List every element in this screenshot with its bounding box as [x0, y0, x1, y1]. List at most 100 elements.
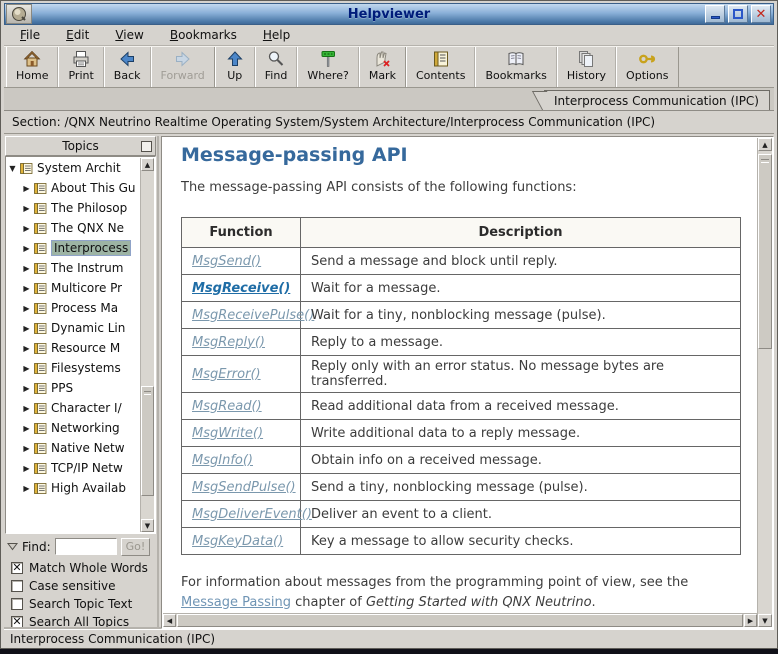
expand-icon[interactable]: ▶ [21, 344, 32, 353]
search-filters: ✕ Match Whole Words Case sensitive Searc… [5, 559, 156, 629]
content-hscrollbar-thumb[interactable] [177, 614, 743, 627]
expand-icon[interactable]: ▶ [21, 324, 32, 333]
topics-vertical-scrollbar[interactable]: ▲ ▼ [140, 158, 154, 532]
message-passing-link[interactable]: Message Passing [181, 595, 291, 610]
tree-item-process-manager[interactable]: ▶ Process Ma [7, 298, 140, 318]
contents-button[interactable]: Contents [407, 47, 475, 87]
expand-icon[interactable]: ▶ [21, 384, 32, 393]
topics-scrollbar-thumb[interactable] [141, 386, 154, 496]
menu-view[interactable]: View [115, 28, 143, 42]
find-input[interactable] [55, 538, 117, 555]
tree-item-resource-managers[interactable]: ▶ Resource M [7, 338, 140, 358]
expand-icon[interactable]: ▶ [21, 304, 32, 313]
expand-icon[interactable]: ▶ [21, 184, 32, 193]
checkbox-unchecked-icon[interactable] [11, 580, 23, 592]
msgread-link[interactable]: MsgRead() [192, 399, 262, 414]
mark-button[interactable]: Mark [359, 47, 405, 87]
filter-search-topic-text[interactable]: Search Topic Text [11, 597, 156, 611]
checkbox-unchecked-icon[interactable] [11, 598, 23, 610]
checkbox-checked-icon[interactable]: ✕ [11, 616, 23, 628]
expand-icon[interactable]: ▶ [21, 484, 32, 493]
menu-help[interactable]: Help [263, 28, 290, 42]
tree-item-label: TCP/IP Netw [51, 461, 123, 475]
tree-item-character-io[interactable]: ▶ Character I/ [7, 398, 140, 418]
msgsend-link[interactable]: MsgSend() [192, 254, 261, 269]
expand-icon[interactable]: ▶ [21, 364, 32, 373]
scroll-up-icon[interactable]: ▲ [758, 138, 772, 151]
detach-panel-button[interactable] [141, 141, 152, 152]
tree-item-the-philosophy[interactable]: ▶ The Philosop [7, 198, 140, 218]
content-scrollbar-thumb[interactable] [758, 154, 772, 349]
msgreceive-link[interactable]: MsgReceive() [192, 281, 290, 296]
where-button[interactable]: Where? [297, 47, 359, 87]
forward-button[interactable]: Forward [151, 47, 214, 87]
topics-tree: ▼ System Archit ▶ About This Gu ▶ The Ph… [7, 158, 140, 532]
scroll-left-icon[interactable]: ◀ [163, 614, 176, 627]
msgerror-link[interactable]: MsgError() [192, 367, 261, 382]
tree-item-tcpip-networking[interactable]: ▶ TCP/IP Netw [7, 458, 140, 478]
tree-item-about-this-guide[interactable]: ▶ About This Gu [7, 178, 140, 198]
topic-book-icon [34, 222, 47, 235]
expand-icon[interactable]: ▶ [21, 284, 32, 293]
print-button[interactable]: Print [58, 47, 103, 87]
back-label: Back [114, 69, 141, 82]
up-button[interactable]: Up [216, 47, 255, 87]
msginfo-link[interactable]: MsgInfo() [192, 453, 253, 468]
tree-item-filesystems[interactable]: ▶ Filesystems [7, 358, 140, 378]
tree-item-system-architecture[interactable]: ▼ System Archit [7, 158, 140, 178]
scroll-down-icon[interactable]: ▼ [141, 519, 154, 532]
bookmarks-icon [506, 49, 526, 69]
filter-case-sensitive[interactable]: Case sensitive [11, 579, 156, 593]
msgreceivepulse-link[interactable]: MsgReceivePulse() [192, 308, 314, 323]
msgdeliverevent-link[interactable]: MsgDeliverEvent() [192, 507, 312, 522]
tree-item-dynamic-linking[interactable]: ▶ Dynamic Lin [7, 318, 140, 338]
expand-icon[interactable]: ▶ [21, 404, 32, 413]
go-button[interactable]: Go! [121, 538, 151, 556]
msgkeydata-link[interactable]: MsgKeyData() [192, 534, 283, 549]
msgsendpulse-link[interactable]: MsgSendPulse() [192, 480, 296, 495]
filter-search-all-topics[interactable]: ✕ Search All Topics [11, 615, 156, 629]
expand-icon[interactable]: ▶ [21, 204, 32, 213]
menu-bookmarks[interactable]: Bookmarks [170, 28, 237, 42]
window-title: Helpviewer [5, 7, 773, 22]
expand-icon[interactable]: ▶ [21, 244, 32, 253]
tree-item-multicore-processing[interactable]: ▶ Multicore Pr [7, 278, 140, 298]
expand-icon[interactable]: ▶ [21, 424, 32, 433]
filter-match-whole-words[interactable]: ✕ Match Whole Words [11, 561, 156, 575]
expand-icon[interactable]: ▶ [21, 224, 32, 233]
content-vertical-scrollbar[interactable]: ▲ ▼ [757, 138, 772, 627]
options-button[interactable]: Options [616, 47, 677, 87]
tree-item-networking[interactable]: ▶ Networking [7, 418, 140, 438]
history-button[interactable]: History [557, 47, 616, 87]
find-collapse-icon[interactable] [7, 542, 18, 551]
scroll-right-icon[interactable]: ▶ [744, 614, 757, 627]
home-button[interactable]: Home [7, 47, 58, 87]
tree-item-the-instrumented[interactable]: ▶ The Instrum [7, 258, 140, 278]
checkbox-checked-icon[interactable]: ✕ [11, 562, 23, 574]
menu-file[interactable]: File [20, 28, 40, 42]
bookmarks-button[interactable]: Bookmarks [475, 47, 556, 87]
tab-interprocess-communication[interactable]: Interprocess Communication (IPC) [544, 90, 770, 110]
tab-label: Interprocess Communication (IPC) [554, 94, 759, 108]
msgreply-link[interactable]: MsgReply() [192, 335, 265, 350]
expand-icon[interactable]: ▶ [21, 464, 32, 473]
row-description: Send a tiny, nonblocking message (pulse)… [301, 474, 741, 501]
tree-item-pps[interactable]: ▶ PPS [7, 378, 140, 398]
tree-item-interprocess-communication[interactable]: ▶ Interprocess [7, 238, 140, 258]
tree-item-native-networking[interactable]: ▶ Native Netw [7, 438, 140, 458]
menu-edit[interactable]: Edit [66, 28, 89, 42]
scroll-down-icon[interactable]: ▼ [758, 614, 772, 627]
back-button[interactable]: Back [104, 47, 151, 87]
msgwrite-link[interactable]: MsgWrite() [192, 426, 263, 441]
tree-item-the-qnx-neutrino[interactable]: ▶ The QNX Ne [7, 218, 140, 238]
expand-icon[interactable]: ▶ [21, 264, 32, 273]
collapse-icon[interactable]: ▼ [7, 164, 18, 173]
tree-item-label: The QNX Ne [51, 221, 124, 235]
tree-item-label: Dynamic Lin [51, 321, 125, 335]
content-horizontal-scrollbar[interactable]: ◀ ▶ [163, 613, 757, 627]
scroll-up-icon[interactable]: ▲ [141, 158, 154, 171]
main-body: Topics ▼ System Archit ▶ About This Gu [4, 134, 774, 629]
tree-item-high-availability[interactable]: ▶ High Availab [7, 478, 140, 498]
find-button[interactable]: Find [255, 47, 298, 87]
expand-icon[interactable]: ▶ [21, 444, 32, 453]
